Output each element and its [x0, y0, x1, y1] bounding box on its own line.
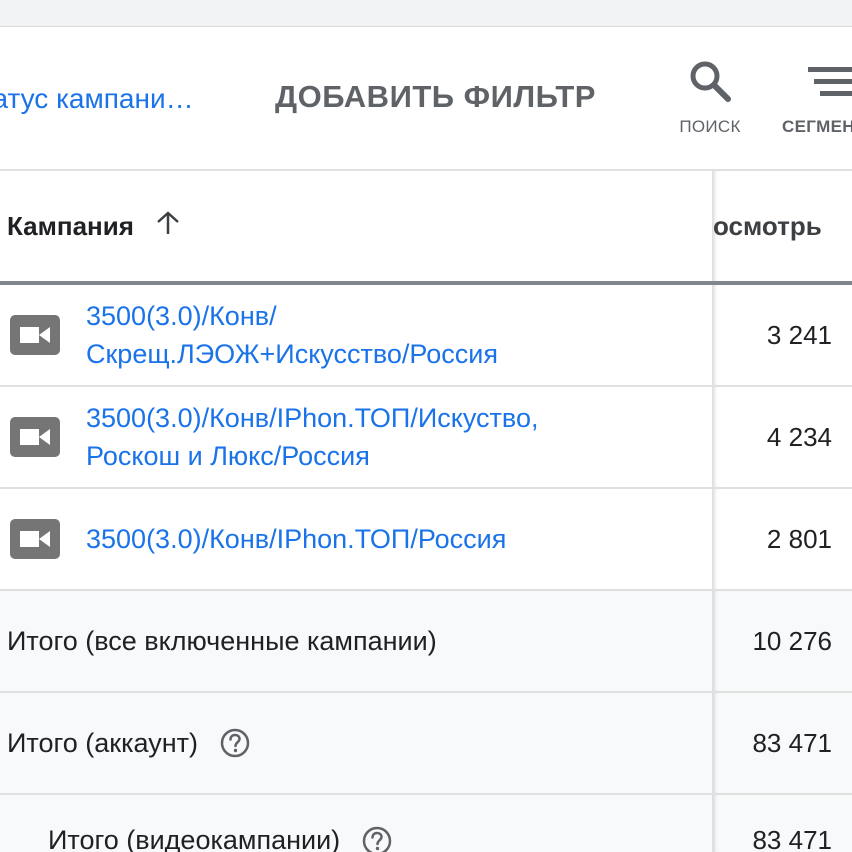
campaigns-table: Кампания осмотрь 3500(3.0)/Конв/ Скрещ.Л… [0, 171, 852, 852]
views-cell: 3 241 [712, 285, 852, 385]
segment-icon [808, 67, 852, 96]
table-header-row: Кампания осмотрь [0, 171, 852, 285]
total-value: 10 276 [712, 591, 852, 691]
campaign-column-header[interactable]: Кампания [0, 171, 712, 281]
help-icon[interactable] [220, 728, 250, 758]
total-label: Итого (все включенные кампании) [7, 625, 437, 656]
sort-ascending-icon[interactable] [154, 209, 182, 244]
views-cell: 4 234 [712, 387, 852, 487]
total-value: 83 471 [712, 693, 852, 793]
total-label: Итого (видеокампании) [48, 825, 341, 852]
video-campaign-icon [10, 315, 60, 355]
search-label: ПОИСК [679, 117, 741, 136]
campaign-status-filter-chip[interactable]: татус кампани… [0, 83, 194, 115]
total-value: 83 471 [712, 795, 852, 852]
table-row: 3500(3.0)/Конв/IPhon.ТОП/Искуство, Роско… [0, 387, 852, 489]
add-filter-button[interactable]: ДОБАВИТЬ ФИЛЬТР [275, 79, 596, 115]
campaign-name-link[interactable]: 3500(3.0)/Конв/ Скрещ.ЛЭОЖ+Искусство/Рос… [86, 297, 646, 373]
segment-button[interactable]: СЕГМЕН [782, 57, 852, 137]
table-row: 3500(3.0)/Конв/ Скрещ.ЛЭОЖ+Искусство/Рос… [0, 285, 852, 387]
total-row-account: Итого (аккаунт) 83 471 [0, 693, 852, 795]
filter-bar: татус кампани… ДОБАВИТЬ ФИЛЬТР ПОИСК СЕГ… [0, 27, 852, 171]
campaign-name-link[interactable]: 3500(3.0)/Конв/IPhon.ТОП/Искуство, Роско… [86, 399, 646, 475]
help-icon[interactable] [362, 826, 392, 852]
total-row-enabled-campaigns: Итого (все включенные кампании) 10 276 [0, 591, 852, 693]
search-button[interactable]: ПОИСК [674, 57, 746, 137]
total-row-video-campaigns: Итого (видеокампании) 83 471 [0, 795, 852, 852]
segment-label: СЕГМЕН [782, 117, 852, 136]
video-campaign-icon [10, 417, 60, 457]
search-icon [690, 61, 731, 102]
campaign-name-link[interactable]: 3500(3.0)/Конв/IPhon.ТОП/Россия [86, 520, 646, 558]
campaign-column-label: Кампания [7, 210, 134, 241]
campaigns-page: татус кампани… ДОБАВИТЬ ФИЛЬТР ПОИСК СЕГ… [0, 0, 852, 852]
total-label: Итого (аккаунт) [7, 727, 198, 758]
views-column-header[interactable]: осмотрь [712, 171, 852, 281]
views-cell: 2 801 [712, 489, 852, 589]
top-band [0, 0, 852, 27]
video-campaign-icon [10, 519, 60, 559]
table-row: 3500(3.0)/Конв/IPhon.ТОП/Россия 2 801 [0, 489, 852, 591]
